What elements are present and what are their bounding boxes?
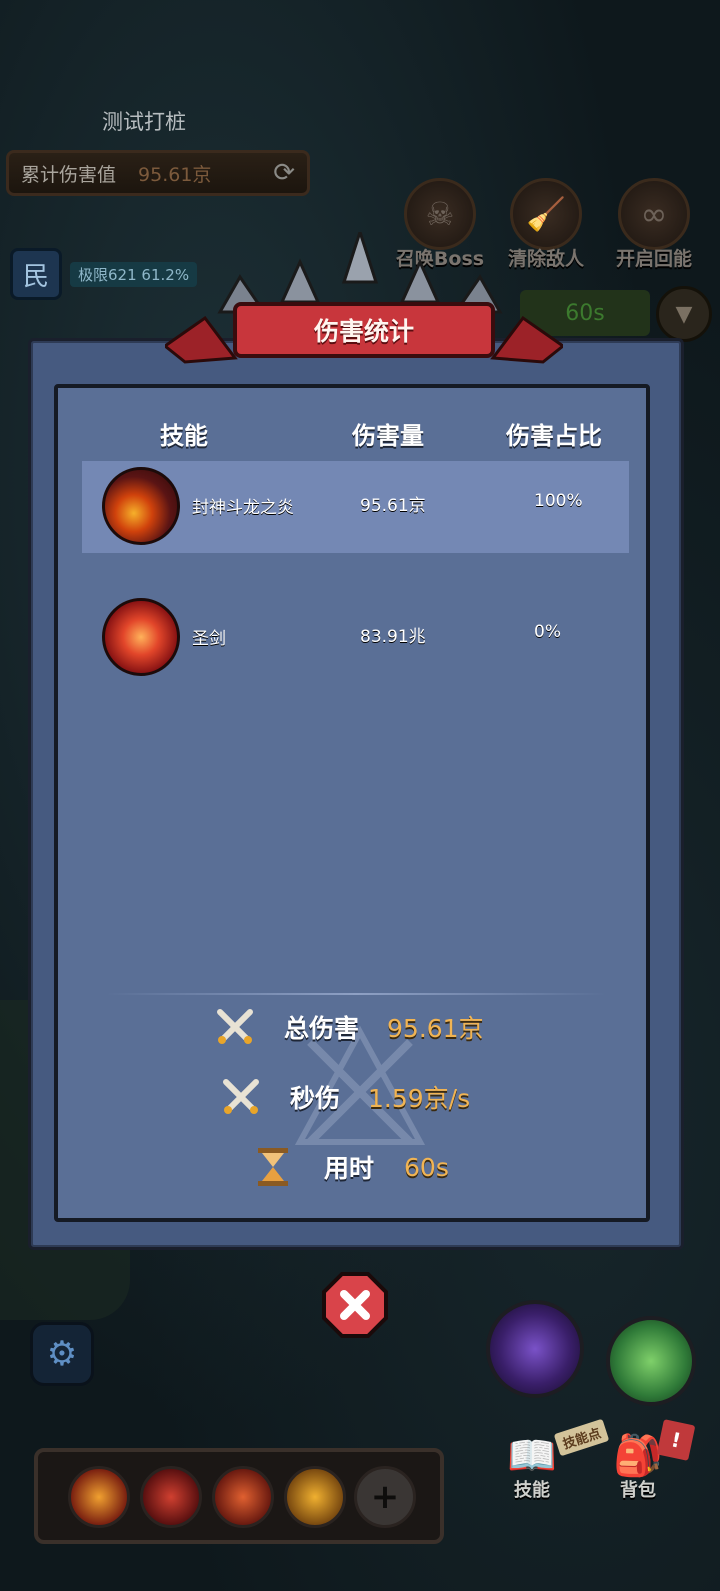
gear-icon: ⚙ [46,1334,78,1374]
table-row[interactable]: 封神斗龙之炎 95.61京 100% [82,461,629,553]
hourglass-icon [252,1146,294,1188]
refresh-icon[interactable]: ⟳ [273,158,295,188]
table-row[interactable]: 圣剑 83.91兆 0% [82,592,629,684]
total-damage-value: 95.61京 [387,1014,484,1043]
dps-value: 1.59京/s [368,1084,471,1113]
skill-slot-1[interactable] [68,1466,130,1528]
column-header-damage: 伤害量 [352,422,424,450]
skill-slot-4[interactable] [284,1466,346,1528]
skill-damage: 83.91兆 [360,627,426,647]
backpack-nav-label: 背包 [620,1480,656,1501]
cumulative-damage-label: 累计伤害值 [21,163,117,186]
time-used-value: 60s [404,1152,449,1182]
triangle-down-icon: ▼ [675,301,693,327]
limit-level: 极限621 [78,265,137,284]
close-button[interactable] [322,1272,388,1338]
column-header-skill: 技能 [160,422,208,450]
skill-share: 0% [534,622,561,642]
add-skill-slot[interactable]: + [354,1466,416,1528]
total-damage-stat: 总伤害 95.61京 [214,1006,484,1048]
skills-nav-label: 技能 [514,1480,550,1501]
skill-name: 封神斗龙之炎 [192,498,294,518]
limit-indicator: 民 极限621 61.2% [10,248,198,300]
skill-slot-2[interactable] [140,1466,202,1528]
lightning-skill-button[interactable] [486,1300,584,1398]
cumulative-damage-value: 95.61京 [138,163,212,186]
enable-regen-button[interactable]: ∞ 开启回能 [608,178,700,271]
skill-damage: 95.61京 [360,496,426,516]
skill-slot-3[interactable] [212,1466,274,1528]
crossed-swords-icon [220,1076,262,1118]
skill-share: 100% [534,491,583,511]
time-used-stat: 用时 60s [252,1146,449,1188]
dps-label: 秒伤 [290,1084,341,1113]
limit-text: 极限621 61.2% [70,261,198,287]
column-header-share: 伤害占比 [506,422,602,450]
total-damage-label: 总伤害 [284,1014,360,1043]
plus-icon: + [370,1477,400,1517]
cumulative-damage-bar: 累计伤害值 95.61京 ⟳ [6,150,310,196]
dps-stat: 秒伤 1.59京/s [220,1076,470,1118]
skill-name: 圣剑 [192,629,226,649]
settings-button[interactable]: ⚙ [30,1322,94,1386]
rank-icon[interactable]: 民 [10,248,62,300]
dropdown-toggle-button[interactable]: ▼ [656,286,712,342]
holy-sword-icon [102,598,180,676]
summary-divider [106,993,606,995]
stage-title: 测试打桩 [102,110,186,134]
modal-title: 伤害统计 [313,317,414,346]
crossed-swords-icon [214,1006,256,1048]
enable-regen-label: 开启回能 [615,248,692,270]
dragon-flame-icon [102,467,180,545]
wind-skill-button[interactable] [606,1316,696,1406]
time-used-label: 用时 [324,1154,375,1183]
infinity-icon: ∞ [618,178,690,250]
